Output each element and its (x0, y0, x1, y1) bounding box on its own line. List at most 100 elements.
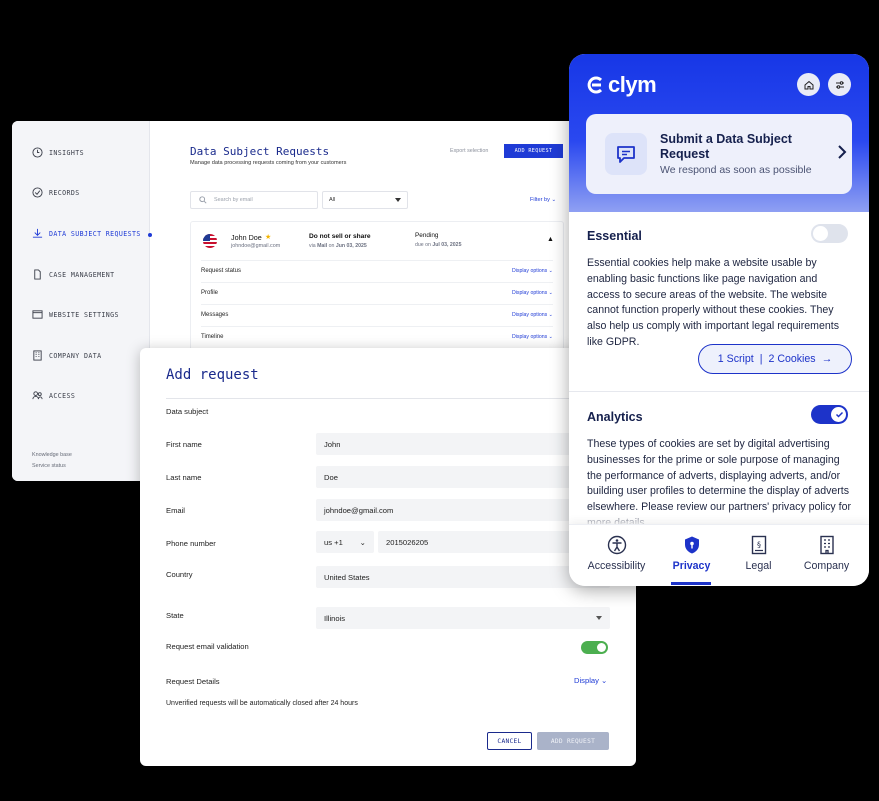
last-name-field[interactable]: Doe (316, 466, 610, 488)
display-options-link[interactable]: Display options ⌄ (512, 268, 553, 274)
sidebar-item-case-management[interactable]: CASE MANAGEMENT (32, 269, 115, 280)
chevron-down-icon: ⌄ (548, 312, 553, 318)
knowledge-base-link[interactable]: Knowledge base (32, 452, 72, 458)
filter-select-value: All (329, 197, 336, 203)
collapse-icon[interactable]: ▲ (547, 236, 554, 243)
accessibility-icon (607, 535, 626, 555)
display-options-label: Display options (512, 290, 548, 296)
chevron-down-icon: ⌄ (548, 290, 553, 296)
display-toggle[interactable]: Display ⌄ (574, 676, 607, 685)
service-status-link[interactable]: Service status (32, 463, 66, 469)
request-row-profile[interactable]: Profile Display options ⌄ (201, 282, 553, 303)
tab-privacy[interactable]: Privacy (654, 535, 729, 572)
request-details-label: Request Details (166, 677, 220, 686)
separator: | (759, 353, 763, 365)
analytics-title: Analytics (587, 410, 643, 424)
display-options-link[interactable]: Display options ⌄ (512, 290, 553, 296)
document-icon: § (751, 535, 766, 555)
display-options-label: Display options (512, 268, 548, 274)
row-label: Timeline (201, 334, 224, 340)
sidebar-item-access[interactable]: ACCESS (32, 390, 75, 401)
request-channel: Mail (317, 243, 328, 249)
row-label: Request status (201, 268, 242, 274)
sliders-icon (835, 80, 844, 89)
essential-description: Essential cookies help make a website us… (587, 257, 840, 348)
state-label: State (166, 611, 184, 620)
settings-button[interactable] (828, 73, 851, 96)
sidebar-item-data-subject-requests[interactable]: DATA SUBJECT REQUESTS (32, 228, 141, 239)
first-name-label: First name (166, 440, 202, 449)
shield-icon (684, 536, 699, 554)
submit-dsr-card[interactable]: Submit a Data Subject Request We respond… (586, 114, 852, 194)
due-prefix: due on (415, 242, 431, 248)
building-icon (819, 535, 834, 555)
verification-note: Unverified requests will be automaticall… (166, 700, 358, 707)
via-prefix: via (309, 243, 316, 249)
chevron-down-icon: ⌄ (548, 334, 553, 340)
tab-label: Accessibility (587, 560, 646, 572)
submit-card-title: Submit a Data Subject Request (660, 132, 792, 161)
export-selection-link[interactable]: Export selection (450, 148, 488, 154)
sidebar-item-company-data[interactable]: COMPANY DATA (32, 350, 101, 361)
check-circle-icon (32, 187, 43, 198)
submit-card-subtitle: We respond as soon as possible (660, 164, 812, 176)
divider (569, 391, 869, 392)
sidebar-item-insights[interactable]: INSIGHTS (32, 147, 84, 158)
section-label: Data subject (166, 407, 209, 416)
country-label: Country (166, 570, 193, 579)
due-date: Jul 03, 2025 (432, 242, 462, 248)
clym-mark-icon (587, 76, 603, 94)
last-name-label: Last name (166, 473, 202, 482)
country-code-select[interactable]: us +1 ⌄ (316, 531, 374, 553)
modal-title: Add request (166, 367, 259, 383)
request-row-timeline[interactable]: Timeline Display options ⌄ (201, 326, 553, 347)
page-title: Data Subject Requests (190, 145, 330, 158)
users-icon (32, 391, 43, 400)
display-options-link[interactable]: Display options ⌄ (512, 312, 553, 318)
display-options-link[interactable]: Display options ⌄ (512, 334, 553, 340)
add-request-submit-button[interactable]: ADD REQUEST (537, 732, 609, 750)
home-button[interactable] (797, 73, 820, 96)
first-name-field[interactable]: John (316, 433, 610, 455)
country-select[interactable]: United States (316, 566, 610, 588)
essential-toggle[interactable] (811, 224, 848, 243)
state-select[interactable]: Illinois (316, 607, 610, 629)
sidebar-item-label: DATA SUBJECT REQUESTS (49, 229, 141, 238)
chevron-down-icon: ⌄ (601, 676, 608, 685)
request-due: due on Jul 03, 2025 (415, 242, 461, 248)
star-icon: ★ (265, 234, 272, 241)
cancel-button[interactable]: CANCEL (487, 732, 532, 750)
cookies-count: 2 Cookies (768, 353, 816, 365)
status-badge: Pending (415, 232, 439, 239)
request-source: via Mail on Jun 03, 2025 (309, 243, 367, 249)
filter-select[interactable]: All (322, 191, 408, 209)
requester-email: johndoe@gmail.com (231, 243, 281, 249)
search-input[interactable]: Search by email (190, 191, 318, 209)
email-validation-toggle[interactable] (581, 641, 608, 654)
tab-accessibility[interactable]: Accessibility (579, 535, 654, 572)
filter-by-dropdown[interactable]: Filter by ⌄ (530, 197, 556, 203)
scripts-count: 1 Script (717, 353, 754, 365)
tab-legal[interactable]: § Legal (721, 535, 796, 572)
dial-code: +1 (334, 537, 343, 547)
scripts-cookies-button[interactable]: 1 Script | 2 Cookies → (698, 344, 852, 374)
essential-title: Essential (587, 229, 642, 243)
display-options-label: Display options (512, 334, 548, 340)
sidebar-item-website-settings[interactable]: WEBSITE SETTINGS (32, 309, 119, 320)
sidebar-item-label: RECORDS (49, 188, 80, 197)
home-icon (804, 80, 813, 89)
sidebar-item-label: ACCESS (49, 391, 76, 400)
file-icon (34, 269, 41, 280)
email-field[interactable]: johndoe@gmail.com (316, 499, 610, 521)
filter-by-label: Filter by (530, 197, 550, 203)
country-code: us (324, 537, 333, 547)
caret-down-icon (395, 198, 401, 202)
request-row-status[interactable]: Request status Display options ⌄ (201, 260, 553, 281)
page-subtitle: Manage data processing requests coming f… (190, 160, 347, 166)
clym-logo: clym (586, 72, 657, 98)
tab-company[interactable]: Company (789, 535, 864, 572)
svg-text:§: § (757, 541, 761, 550)
request-row-messages[interactable]: Messages Display options ⌄ (201, 304, 553, 325)
sidebar-item-records[interactable]: RECORDS (32, 187, 80, 198)
add-request-button[interactable]: ADD REQUEST (504, 144, 563, 158)
